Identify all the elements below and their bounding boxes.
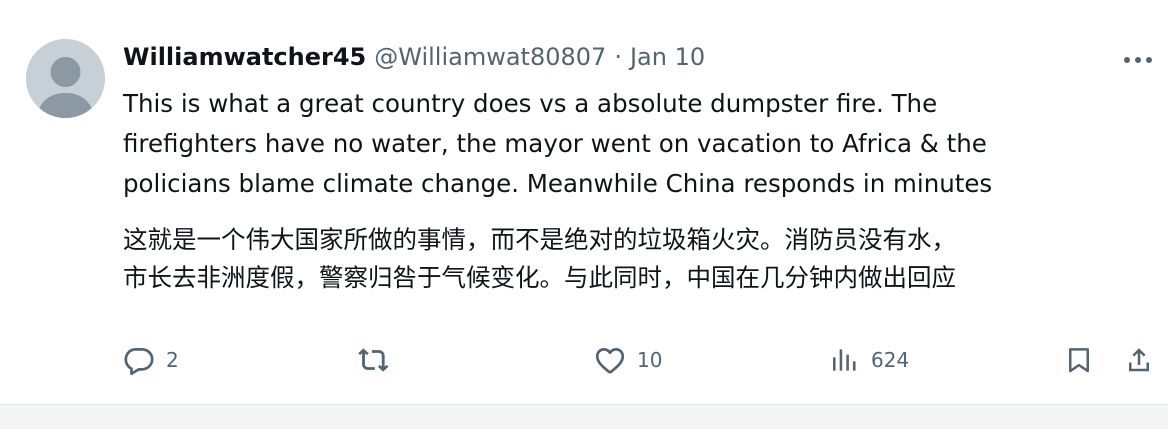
tweet-text-chinese: 这就是一个伟大国家所做的事情，而不是绝对的垃圾箱火灾。消防员没有水， 市长去非洲… xyxy=(123,221,1153,297)
tweet-text-line: firefighters have no water, the mayor we… xyxy=(123,129,987,158)
like-count: 10 xyxy=(637,348,663,372)
share-icon xyxy=(1124,343,1154,377)
tweet-text-english: This is what a great country does vs a a… xyxy=(123,84,1143,204)
tweet-text-line: 市长去非洲度假，警察归咎于气候变化。与此同时，中国在几分钟内做出回应 xyxy=(123,263,956,292)
author-handle[interactable]: @Williamwat80807 xyxy=(374,40,606,74)
reply-count: 2 xyxy=(166,348,179,372)
heart-icon xyxy=(593,343,627,377)
tweet-text-line: policians blame climate change. Meanwhil… xyxy=(123,169,993,198)
default-user-avatar-icon[interactable] xyxy=(26,39,105,118)
retweet-button[interactable] xyxy=(356,338,402,382)
reply-button[interactable]: 2 xyxy=(122,338,179,382)
views-count: 624 xyxy=(871,348,910,372)
retweet-icon xyxy=(356,343,392,377)
views-button[interactable]: 624 xyxy=(829,338,909,382)
author-display-name[interactable]: Williamwatcher45 xyxy=(123,40,366,74)
more-horizontal-icon[interactable] xyxy=(1120,48,1156,72)
bookmark-icon xyxy=(1064,343,1094,377)
header-separator: · xyxy=(614,43,622,71)
tweet-text-line: This is what a great country does vs a a… xyxy=(123,89,938,118)
tweet-text-line: 这就是一个伟大国家所做的事情，而不是绝对的垃圾箱火灾。消防员没有水， xyxy=(123,225,956,254)
like-button[interactable]: 10 xyxy=(593,338,662,382)
share-button[interactable] xyxy=(1124,338,1154,382)
analytics-icon xyxy=(829,343,861,377)
bookmark-button[interactable] xyxy=(1064,338,1094,382)
tweet-action-bar: 2 10 624 xyxy=(0,338,1168,382)
reply-icon xyxy=(122,343,156,377)
tweet-date[interactable]: Jan 10 xyxy=(630,40,705,74)
tweet-card[interactable]: Williamwatcher45 @Williamwat80807 · Jan … xyxy=(0,0,1168,404)
feed-divider xyxy=(0,404,1168,429)
tweet-header: Williamwatcher45 @Williamwat80807 · Jan … xyxy=(123,40,705,74)
